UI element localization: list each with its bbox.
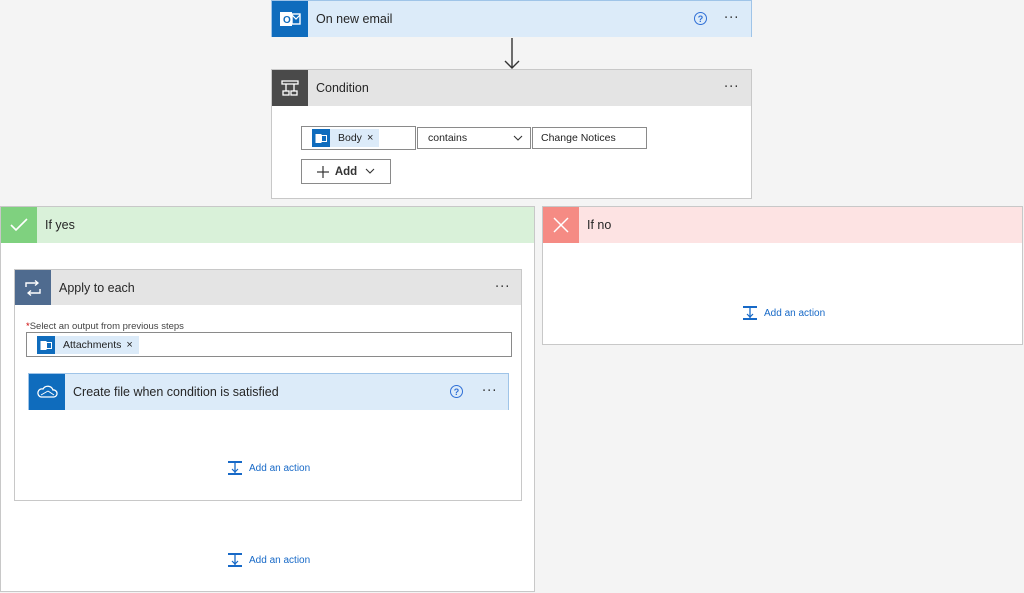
help-icon[interactable]: ? (694, 12, 707, 25)
condition-operand-field[interactable]: Body × (301, 126, 416, 150)
output-select-field[interactable]: Attachments × (26, 332, 512, 357)
apply-to-each-more-button[interactable]: ··· (495, 281, 510, 294)
create-file-title: Create file when condition is satisfied (73, 385, 279, 399)
condition-header[interactable]: Condition (272, 70, 751, 106)
apply-to-each-title: Apply to each (59, 280, 135, 295)
remove-token-button[interactable]: × (367, 132, 379, 144)
trigger-more-button[interactable]: ··· (724, 12, 739, 25)
outlook-icon: O (272, 1, 308, 37)
trigger-title: On new email (316, 12, 393, 26)
onedrive-icon (29, 374, 65, 410)
add-action-icon (228, 553, 242, 567)
trigger-header[interactable]: O On new email (272, 1, 751, 37)
create-file-more-button[interactable]: ··· (482, 385, 497, 398)
if-yes-title: If yes (45, 218, 75, 232)
chevron-down-icon (365, 168, 375, 174)
body-token: Body × (312, 129, 380, 147)
if-no-header[interactable]: If no (543, 207, 1022, 243)
condition-title: Condition (316, 81, 369, 95)
condition-icon (272, 70, 308, 106)
condition-operator-select[interactable]: contains (417, 127, 531, 149)
add-action-icon (743, 306, 757, 320)
svg-text:O: O (283, 15, 291, 26)
if-no-branch: If no Add an action (542, 206, 1023, 345)
condition-more-button[interactable]: ··· (724, 81, 739, 94)
close-icon (543, 207, 579, 243)
condition-card: Condition ··· Body × contains Change Not… (271, 69, 752, 199)
loop-icon (15, 270, 51, 305)
if-no-title: If no (587, 218, 612, 232)
create-file-action-card[interactable]: Create file when condition is satisfied … (28, 373, 509, 410)
flow-arrow-icon (504, 38, 520, 69)
apply-to-each-header[interactable]: Apply to each (15, 270, 521, 305)
plus-icon (316, 165, 329, 178)
apply-to-each-card: Apply to each ··· *Select an output from… (14, 269, 522, 501)
trigger-card[interactable]: O On new email ? ··· (271, 0, 752, 37)
field-label: *Select an output from previous steps (26, 321, 184, 332)
create-file-header[interactable]: Create file when condition is satisfied (29, 374, 508, 410)
attachments-token: Attachments × (37, 336, 139, 354)
if-yes-header[interactable]: If yes (1, 207, 534, 243)
remove-token-button[interactable]: × (126, 339, 138, 351)
add-action-button-yes[interactable]: Add an action (227, 552, 310, 568)
if-yes-branch: If yes Apply to each ··· *Select an outp… (0, 206, 535, 592)
outlook-icon (312, 129, 330, 147)
help-icon[interactable]: ? (450, 385, 463, 398)
add-action-button-no[interactable]: Add an action (742, 305, 825, 321)
condition-value-input[interactable]: Change Notices (532, 127, 647, 149)
checkmark-icon (1, 207, 37, 243)
outlook-icon (37, 336, 55, 354)
add-action-button-inner[interactable]: Add an action (227, 460, 310, 476)
add-condition-button[interactable]: Add (301, 159, 391, 184)
chevron-down-icon (513, 135, 523, 141)
add-action-icon (228, 461, 242, 475)
